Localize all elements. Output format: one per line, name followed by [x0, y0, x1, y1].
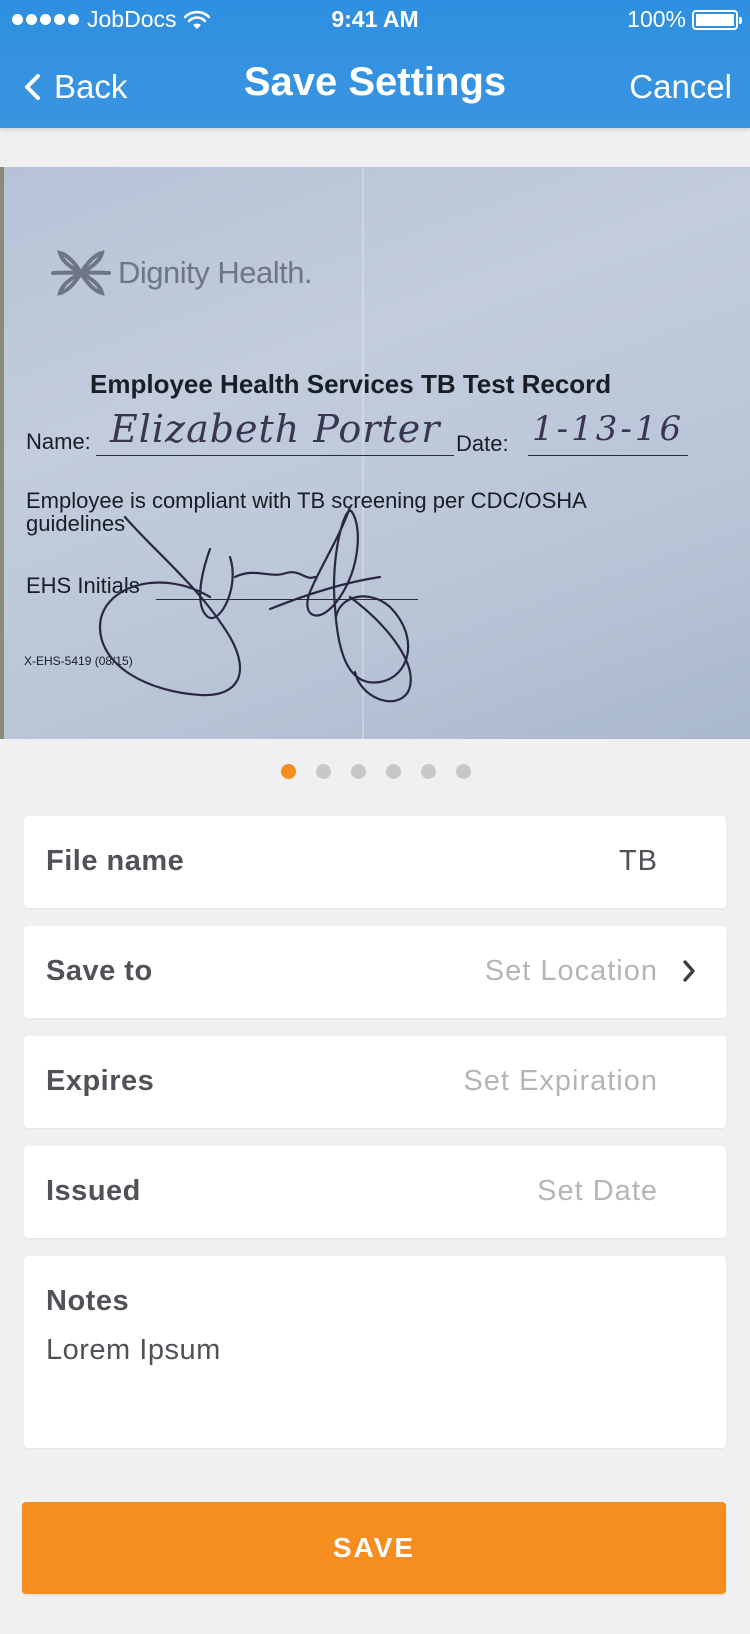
back-label: Back [54, 68, 128, 105]
logo-text: Dignity Health. [118, 255, 313, 290]
pager-dot[interactable] [421, 764, 436, 779]
signature-scribble [98, 505, 412, 703]
battery-percentage: 100% [627, 6, 686, 32]
expires-label: Expires [46, 1065, 155, 1097]
handwritten-date: 1-13-16 [532, 409, 685, 449]
pager-dot[interactable] [456, 764, 471, 779]
document-photo[interactable]: Dignity Health. Employee Health Services… [0, 167, 750, 739]
file-name-label: File name [46, 845, 185, 877]
notes-value[interactable]: Lorem Ipsum [46, 1334, 221, 1367]
issued-placeholder[interactable]: Set Date [537, 1175, 658, 1208]
back-button[interactable]: Back [22, 68, 127, 106]
file-name-row[interactable]: File name TB [24, 816, 726, 908]
photo-pager [0, 764, 750, 779]
status-right: 100% [627, 6, 742, 33]
expires-row[interactable]: Expires Set Expiration [24, 1036, 726, 1128]
expires-placeholder[interactable]: Set Expiration [463, 1065, 658, 1098]
save-button[interactable]: SAVE [22, 1502, 726, 1594]
battery-icon [692, 9, 742, 30]
pager-dot[interactable] [316, 764, 331, 779]
cancel-button[interactable]: Cancel [629, 68, 732, 106]
save-to-row[interactable]: Save to Set Location [24, 926, 726, 1018]
save-to-label: Save to [46, 955, 153, 987]
pager-dot-active[interactable] [281, 764, 296, 779]
notes-label: Notes [46, 1285, 130, 1317]
dignity-health-logo-icon [51, 250, 111, 296]
issued-label: Issued [46, 1175, 141, 1207]
save-to-placeholder[interactable]: Set Location [485, 955, 658, 988]
chevron-right-icon [683, 960, 695, 982]
status-bar: JobDocs 9:41 AM 100% [0, 0, 750, 40]
pager-dot[interactable] [386, 764, 401, 779]
navigation-header: JobDocs 9:41 AM 100% Back Save Settings … [0, 0, 750, 128]
file-name-value[interactable]: TB [619, 845, 658, 878]
date-label: Date: [456, 431, 509, 456]
pager-dot[interactable] [351, 764, 366, 779]
notes-field[interactable]: Notes Lorem Ipsum [24, 1256, 726, 1448]
document-title: Employee Health Services TB Test Record [90, 369, 612, 399]
name-underline [96, 455, 454, 456]
document-logo: Dignity Health. [50, 245, 313, 301]
handwritten-name: Elizabeth Porter [110, 407, 441, 451]
issued-row[interactable]: Issued Set Date [24, 1146, 726, 1238]
nav-bar: Back Save Settings Cancel [0, 48, 750, 128]
name-label: Name: [26, 429, 91, 454]
date-underline [528, 455, 688, 456]
back-chevron-icon [25, 74, 40, 100]
